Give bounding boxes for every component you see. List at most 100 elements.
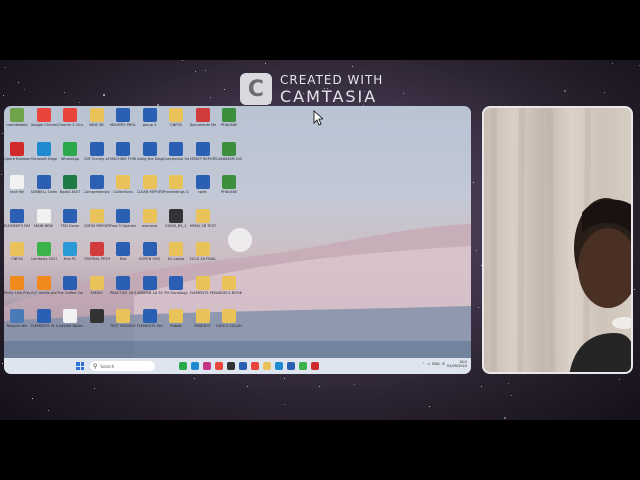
file-icon xyxy=(10,309,24,323)
taskbar-app-icon[interactable] xyxy=(251,362,259,370)
desktop-icon[interactable]: ELEMENTS Hi Caps 2 xyxy=(31,309,57,339)
file-icon xyxy=(116,175,130,189)
taskbar-app-icon[interactable] xyxy=(215,362,223,370)
desktop-icon[interactable]: TEST MODULES xyxy=(110,309,136,339)
file-icon xyxy=(89,242,104,256)
desktop-icon[interactable]: Book1.EDIT xyxy=(57,175,83,205)
desktop-icon[interactable]: Rabbit xyxy=(163,309,189,339)
desktop-icon[interactable]: Collections xyxy=(110,175,136,205)
desktop-icon[interactable]: Test xyxy=(110,242,136,272)
desktop-icon[interactable]: this PC xyxy=(57,242,83,272)
file-icon xyxy=(116,141,130,156)
star-decoration xyxy=(194,377,196,379)
desktop-icon-label: PHAUNIE xyxy=(221,190,237,194)
desktop-icon[interactable]: FAMILY xyxy=(84,275,110,306)
desktop-screen-capture: mandeladlaGoogle ChromeChrome 2 Chrome NE… xyxy=(4,106,471,374)
desktop-icon[interactable]: ECCS 2A FINAL MAP 1 xyxy=(190,242,216,272)
desktop-icon[interactable]: PHAUNIE xyxy=(216,175,242,205)
desktop-icon[interactable]: SOFEN VHS xyxy=(137,242,163,272)
desktop-icon[interactable]: Conceptual framework xyxy=(163,141,189,172)
file-icon xyxy=(63,141,77,156)
desktop-icon[interactable]: Sri Lanka xyxy=(163,242,189,272)
desktop-icon[interactable]: CNFSS REPORT xyxy=(84,208,110,239)
desktop-icon[interactable]: MENU 2B TEST CAMP 1 xyxy=(190,208,216,239)
desktop-icon[interactable]: MISIMPO PROLI T xyxy=(110,108,136,138)
desktop-icon[interactable]: CANAMAM DISHBOARD xyxy=(216,141,242,172)
desktop-icon[interactable]: PH Sociology xyxy=(163,275,189,306)
taskbar-app-icon[interactable] xyxy=(299,362,307,370)
desktop-icon[interactable]: CLEAR REPORT xyxy=(137,175,163,205)
language-indicator[interactable]: ENG xyxy=(432,362,440,366)
file-icon xyxy=(63,309,77,323)
desktop-icon[interactable]: ELEMENTS Personal xyxy=(137,309,163,339)
taskbar-clock[interactable]: 16:2 01/09/2024 xyxy=(447,360,467,368)
desktop-icon[interactable]: EXSIR_BS_1 xyxy=(163,208,189,239)
desktop-icon[interactable]: ELEMENTS PAPERS xyxy=(4,208,30,239)
desktop-icon[interactable]: Documents Methods xyxy=(190,108,216,138)
desktop-icon[interactable]: text file xyxy=(4,175,30,205)
desktop-icon[interactable]: ANGELS BOOKS xyxy=(216,275,242,306)
desktop-icon[interactable]: Google Chrome xyxy=(31,108,57,138)
file-icon xyxy=(10,275,24,290)
desktop-icon-label: Book1.EDIT xyxy=(59,190,81,194)
desktop-icon[interactable]: Using the Diagnostic xyxy=(137,141,163,172)
desktop-icon[interactable]: ELEMENTS PEER CAMP xyxy=(190,275,216,306)
desktop-icon[interactable]: Untitled Notes xyxy=(57,309,83,339)
desktop-icon[interactable] xyxy=(84,309,110,339)
desktop-icon[interactable]: Microsoft Edge xyxy=(31,141,57,172)
desktop-icon-label: VLC media player xyxy=(30,290,57,295)
desktop-icon[interactable]: Recycle Bin xyxy=(4,309,30,339)
desktop-icon[interactable]: CENTRAL PROPOSAL xyxy=(84,242,110,272)
desktop-icon[interactable]: mandeladla xyxy=(4,108,30,138)
volume-icon[interactable]: ♬ xyxy=(442,362,445,366)
desktop-icon[interactable]: NEW 3B xyxy=(84,108,110,138)
taskbar-app-icon[interactable] xyxy=(191,362,199,370)
tray-chevron-icon[interactable]: ⌃ xyxy=(422,362,425,366)
desktop-icon[interactable]: TED Exam xyxy=(57,208,83,239)
taskbar-app-icon[interactable] xyxy=(239,362,247,370)
file-icon xyxy=(36,242,51,256)
desktop-icon[interactable]: SUBBELL Cetex Hp xyxy=(31,175,57,205)
taskbar-app-icon[interactable] xyxy=(263,362,271,370)
desktop-icon[interactable]: VLC media player xyxy=(30,275,57,306)
desktop-icon[interactable]: Proceedings Checklist xyxy=(163,175,189,205)
desktop-icon[interactable]: WhatsApp xyxy=(57,141,83,172)
desktop-icon-label: CNF Survey of a Studen xyxy=(83,156,110,161)
desktop-icon[interactable]: Free 5 Operation xyxy=(110,208,136,239)
taskbar-app-icon[interactable] xyxy=(203,362,211,370)
desktop-icon[interactable]: Camtasia 2023 xyxy=(31,242,57,272)
desktop-icon[interactable]: Comprehensive test xyxy=(84,175,110,205)
desktop-icon[interactable]: CNFSS xyxy=(163,108,189,138)
desktop-icon[interactable]: CNFSS xyxy=(4,242,30,272)
taskbar-app-icon[interactable] xyxy=(275,362,283,370)
file-icon xyxy=(169,242,183,256)
taskbar-search-box[interactable]: ⚲ Search xyxy=(90,361,155,371)
desktop-icon[interactable]: CNTCS COLLECTN xyxy=(216,309,242,339)
taskbar-app-icon[interactable] xyxy=(311,362,319,370)
desktop-icon[interactable]: KMSEP REPORT 1 xyxy=(190,141,216,172)
taskbar-app-icon[interactable] xyxy=(179,362,187,370)
desktop-icon[interactable]: tplet xyxy=(190,175,216,205)
desktop-icon[interactable]: MAIN NEW xyxy=(31,208,57,239)
desktop-icon[interactable]: group 4 xyxy=(137,108,163,138)
desktop-icon[interactable]: wmnosd xyxy=(137,208,163,239)
taskbar-app-icon[interactable] xyxy=(287,362,295,370)
file-icon xyxy=(63,175,77,189)
file-icon xyxy=(142,175,157,189)
desktop-icon-label: CLEAR REPORT xyxy=(136,190,163,194)
desktop-icon[interactable]: Opera Browser xyxy=(4,141,30,172)
start-button[interactable] xyxy=(76,362,84,370)
desktop-icon[interactable]: Chrome 2 Chrome xyxy=(57,108,83,138)
desktop-icon-label: EXSIR_BS_1 xyxy=(165,223,187,228)
desktop-icon[interactable]: PARENTS xyxy=(190,309,216,339)
desktop-icon[interactable]: MACHINE FORMULA xyxy=(110,141,136,172)
desktop-icon[interactable]: The Coffee Code 3A xyxy=(57,275,83,306)
desktop-icon[interactable]: PHAUNIE xyxy=(216,108,242,138)
taskbar-app-icon[interactable] xyxy=(227,362,235,370)
desktop-icon[interactable]: Philly Link Preview xyxy=(4,275,30,306)
star-decoration xyxy=(478,307,480,309)
desktop-icon[interactable]: CNF Survey of a Studen xyxy=(83,141,110,172)
wifi-icon[interactable]: ≈ xyxy=(427,362,430,366)
desktop-icon[interactable]: PRACTICE 2A MOD 2 xyxy=(110,275,136,306)
desktop-icon[interactable]: UNSEEN 1A SCR 3A xyxy=(137,275,163,306)
